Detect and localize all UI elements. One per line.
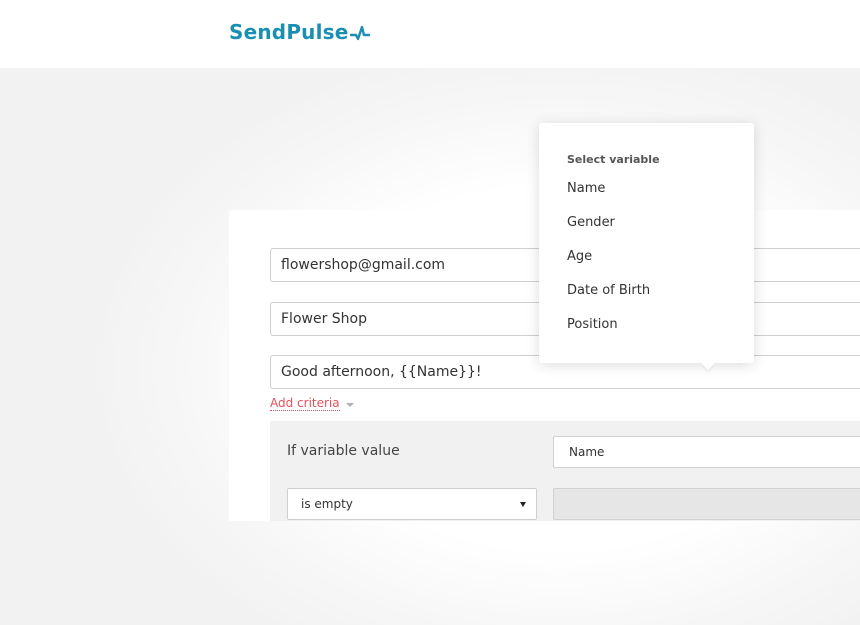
criteria-panel: If variable value Name is empty bbox=[270, 421, 860, 521]
criteria-label: If variable value bbox=[287, 443, 400, 459]
variable-option-age[interactable]: Age bbox=[567, 249, 592, 264]
pulse-line-icon bbox=[349, 25, 370, 41]
add-criteria-link[interactable]: Add criteria bbox=[270, 396, 354, 411]
variable-option-gender[interactable]: Gender bbox=[567, 215, 615, 230]
logo-text: SendPulse bbox=[229, 20, 349, 44]
top-header: SendPulse bbox=[0, 0, 860, 68]
condition-select[interactable]: is empty bbox=[287, 488, 537, 520]
variable-input[interactable]: Name bbox=[553, 436, 860, 468]
criteria-value-input[interactable] bbox=[553, 488, 860, 520]
sender-email-value: flowershop@gmail.com bbox=[281, 257, 446, 273]
subject-value: Good afternoon, {{Name}}! bbox=[281, 364, 482, 380]
variable-option-position[interactable]: Position bbox=[567, 317, 618, 332]
chevron-down-icon bbox=[345, 402, 354, 407]
dropdown-arrow-icon bbox=[520, 501, 526, 507]
variable-input-value: Name bbox=[569, 445, 605, 459]
sendpulse-logo[interactable]: SendPulse bbox=[229, 17, 370, 47]
sender-name-value: Flower Shop bbox=[281, 311, 367, 327]
add-criteria-label: Add criteria bbox=[270, 396, 340, 411]
variable-option-name[interactable]: Name bbox=[567, 181, 605, 196]
variable-option-date-of-birth[interactable]: Date of Birth bbox=[567, 283, 650, 298]
condition-select-value: is empty bbox=[301, 497, 353, 511]
popup-title: Select variable bbox=[567, 153, 660, 166]
select-variable-popup: Select variable Name Gender Age Date of … bbox=[539, 123, 754, 363]
